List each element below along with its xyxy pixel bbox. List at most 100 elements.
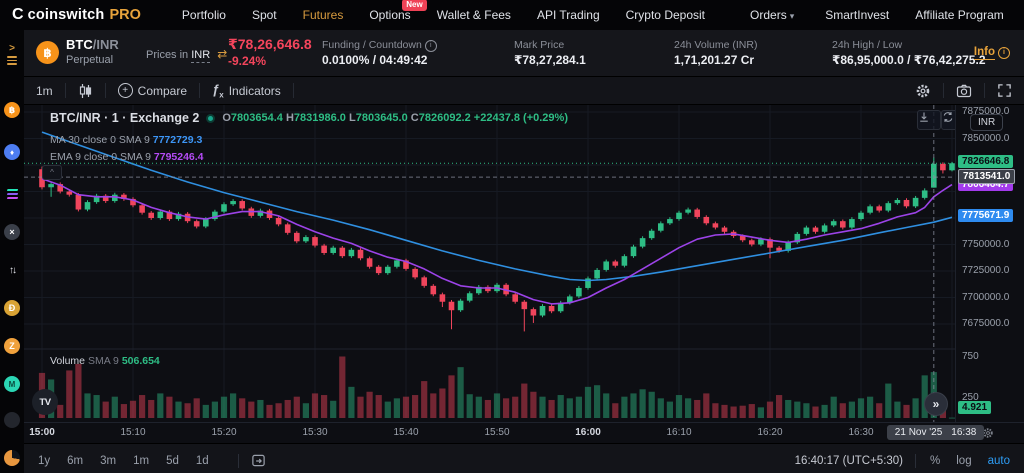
chart-plot[interactable]: BTC/INR · 1 · Exchange 2 O7803654.4 H783… — [24, 105, 955, 422]
timeframe-1m[interactable]: 1m — [133, 455, 149, 467]
change-percent: -9.24% — [228, 54, 267, 68]
coinswitch-logo[interactable]: C coinswitch PRO — [12, 6, 141, 24]
compare-button[interactable]: + Compare — [106, 77, 199, 104]
chart-settings-button[interactable] — [903, 83, 943, 99]
time-axis-label: 16:20 — [757, 427, 783, 438]
prices-in-toggle[interactable]: Prices in INR ⇄ — [146, 47, 228, 63]
nav-item-orders[interactable]: Orders ▾ — [750, 8, 794, 22]
reset-chart-button[interactable] — [941, 110, 955, 130]
timeframe-5d[interactable]: 5d — [166, 455, 179, 467]
sidebar-transfer-arrows-icon[interactable]: ↑↓ — [4, 262, 20, 278]
nav-item-crypto-deposit[interactable]: Crypto Deposit — [626, 8, 705, 22]
download-icon — [920, 112, 928, 122]
nav-item-portfolio[interactable]: Portfolio — [182, 8, 226, 22]
fx-icon: ƒx — [212, 81, 224, 100]
clock-display[interactable]: 16:40:17 (UTC+5:30) — [795, 455, 903, 467]
price-axis-label: 7750000.0 — [962, 238, 1010, 250]
time-axis-label: 15:30 — [302, 427, 328, 438]
last-price-block: ₹78,26,646.8 -9.24% — [228, 36, 312, 68]
coinswitch-logo-icon: C — [12, 6, 24, 23]
gear-icon — [916, 84, 930, 97]
info-icon[interactable]: i — [424, 40, 437, 52]
ohlc-values: O7803654.4 H7831986.0 L7803645.0 C782609… — [222, 112, 568, 124]
time-axis-label: 15:20 — [211, 427, 237, 438]
price-badge-cross: 7813541.0 — [958, 169, 1016, 185]
btc-coin-icon: ฿ — [36, 41, 59, 64]
contract-type: Perpetual — [66, 54, 114, 66]
sidebar-coin-dim-icon[interactable] — [4, 412, 20, 428]
go-to-date-button[interactable] — [251, 453, 266, 468]
time-axis-label: 15:10 — [120, 427, 146, 438]
sidebar-coin-zec-icon[interactable]: Z — [4, 338, 20, 354]
nav-item-options[interactable]: Options New — [369, 0, 427, 22]
price-axis[interactable]: INR 7875000.0 7850000.0 7750000.0 7725000.0… — [955, 105, 1024, 422]
new-badge: New — [402, 0, 427, 11]
interval-button[interactable]: 1m — [24, 77, 65, 104]
time-axis-label: 15:00 — [29, 427, 55, 438]
time-axis[interactable]: 21 Nov '25 16:38 15:00 15:10 15:20 15:30 15:4… — [24, 422, 1024, 443]
log-scale-toggle[interactable]: log — [956, 455, 971, 467]
nav-item-futures[interactable]: Futures — [303, 8, 344, 22]
sidebar-coin-x-icon[interactable]: × — [4, 224, 20, 240]
logo-name: coinswitch — [27, 7, 105, 23]
scroll-to-latest-button[interactable]: » — [924, 392, 948, 416]
logo-pro: PRO — [109, 7, 141, 23]
info-link[interactable]: Info i — [973, 46, 1010, 60]
auto-scale-toggle[interactable]: auto — [988, 455, 1010, 467]
ma-legend[interactable]: MA 30 close 0 SMA 9 7772729.3 — [50, 134, 568, 146]
pair-selector[interactable]: BTC/INR Perpetual — [66, 37, 119, 66]
candle-style-button[interactable] — [66, 77, 105, 104]
sidebar-coin-btc-icon[interactable]: ฿ — [4, 102, 20, 118]
go-to-date-icon — [251, 454, 265, 467]
nav-item-spot[interactable]: Spot — [252, 8, 277, 22]
tradingview-logo[interactable]: TV — [32, 389, 58, 415]
price-badge-ma: 7775671.9 — [958, 209, 1014, 223]
candlestick-icon — [79, 83, 91, 98]
time-axis-label: 15:40 — [393, 427, 419, 438]
fullscreen-button[interactable] — [985, 83, 1024, 98]
funding-countdown: Funding / Countdown i 0.0100% / 04:49:42 — [322, 38, 437, 68]
info-icon: i — [998, 46, 1010, 59]
nav-item-affiliate-program[interactable]: Affiliate Program — [915, 8, 1003, 22]
percent-scale-toggle[interactable]: % — [930, 455, 940, 467]
indicators-button[interactable]: ƒx Indicators — [200, 77, 293, 104]
top-navbar: C coinswitch PRO Portfolio Spot Futures … — [0, 0, 1024, 30]
legend-symbol[interactable]: BTC/INR · 1 · Exchange 2 — [50, 111, 199, 125]
sidebar-coin-sol-icon[interactable] — [4, 186, 20, 202]
sidebar-coin-teal-icon[interactable]: M — [4, 376, 20, 392]
download-chart-button[interactable] — [917, 110, 941, 130]
volume-legend[interactable]: Volume SMA 9 506.654 — [50, 355, 160, 367]
market-status-dot — [206, 113, 216, 123]
mark-price: Mark Price ₹78,27,284.1 — [514, 39, 586, 67]
snapshot-button[interactable] — [944, 83, 984, 99]
price-axis-label: 7850000.0 — [962, 132, 1010, 144]
currency-axis-button[interactable]: INR — [970, 114, 1004, 131]
timeframe-6m[interactable]: 6m — [67, 455, 83, 467]
time-axis-label: 16:30 — [848, 427, 874, 438]
chart-footer: 1y 6m 3m 1m 5d 1d 16:40:17 (UTC+5:30) % … — [24, 443, 1024, 473]
refresh-loop-icon — [943, 112, 953, 122]
nav-item-api-trading[interactable]: API Trading — [537, 8, 600, 22]
time-axis-label: 15:50 — [484, 427, 510, 438]
volume-24h: 24h Volume (INR) 1,71,201.27 Cr — [674, 39, 758, 67]
swap-currency-icon: ⇄ — [217, 47, 228, 61]
time-axis-label: 16:00 — [575, 427, 601, 438]
sidebar-pie-coin-icon[interactable] — [4, 450, 20, 466]
sidebar-coin-eth-icon[interactable]: ♦ — [4, 144, 20, 160]
timeframe-3m[interactable]: 3m — [100, 455, 116, 467]
nav-item-smartinvest[interactable]: SmartInvest — [825, 8, 889, 22]
price-axis-label: 7725000.0 — [962, 265, 1010, 276]
contract-info-bar: ฿ BTC/INR Perpetual Prices in INR ⇄ ₹78,… — [24, 30, 1024, 77]
volume-badge: 4.921 — [958, 401, 992, 414]
expand-sidebar-button[interactable]: > — [5, 44, 19, 65]
timeframe-1d[interactable]: 1d — [196, 455, 209, 467]
camera-icon — [956, 84, 972, 97]
chevron-down-icon: ▾ — [789, 11, 795, 21]
ema-legend[interactable]: EMA 9 close 0 SMA 9 7795246.4 — [50, 151, 568, 163]
price-axis-label: 7675000.0 — [962, 318, 1010, 329]
collapse-legend-button[interactable]: ^ — [42, 165, 62, 180]
high-low-24h: 24h High / Low ₹86,95,000.0 / ₹76,42,275… — [832, 39, 986, 67]
nav-item-wallet-fees[interactable]: Wallet & Fees — [437, 8, 511, 22]
timeframe-1y[interactable]: 1y — [38, 455, 50, 467]
sidebar-coin-doge-icon[interactable]: Ð — [4, 300, 20, 316]
